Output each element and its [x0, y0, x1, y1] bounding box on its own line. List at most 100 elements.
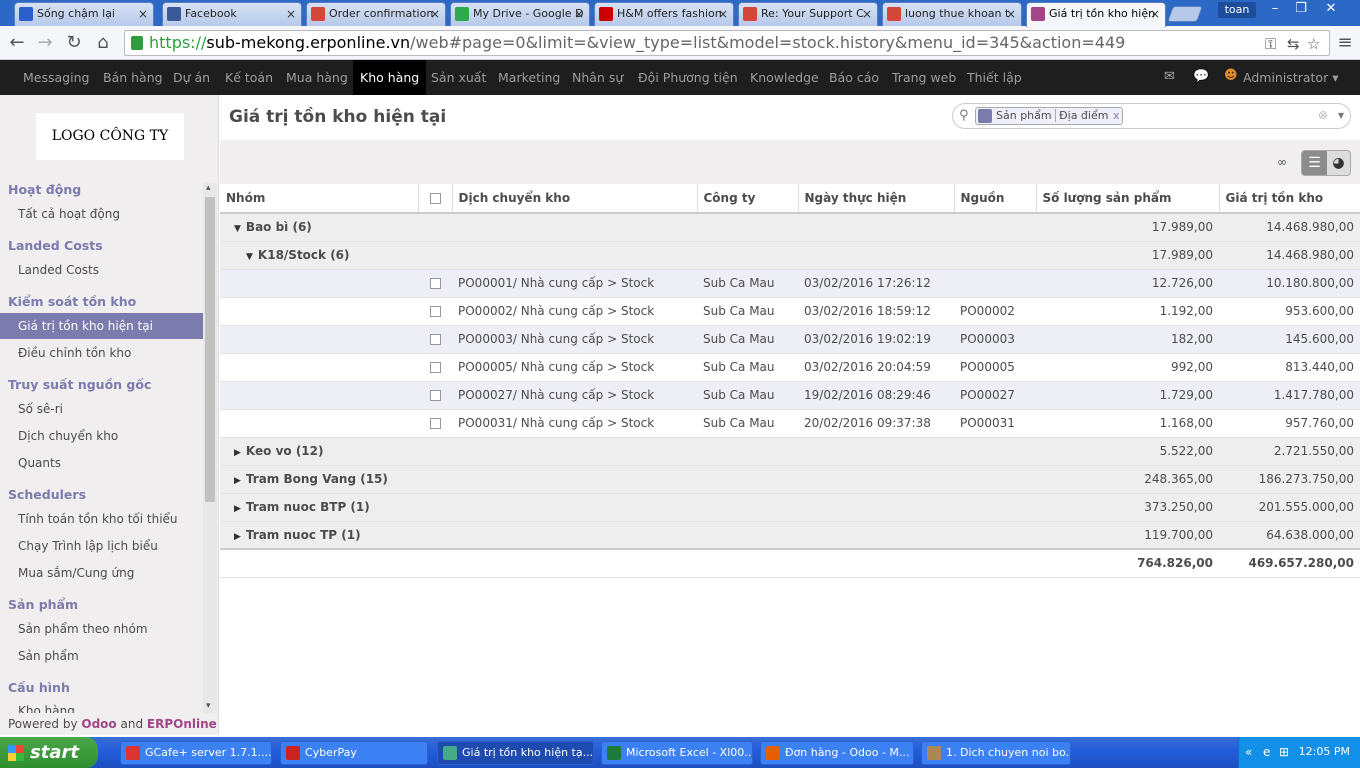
key-icon[interactable]: ⚿: [1265, 35, 1276, 53]
browser-tab[interactable]: luong thue khoan t ×: [882, 2, 1022, 26]
taskbar-button[interactable]: Giá trị tồn kho hiện tạ...: [437, 741, 594, 765]
bookmark-star-icon[interactable]: ☆: [1307, 35, 1320, 53]
browser-tab[interactable]: Re: Your Support C ×: [738, 2, 878, 26]
ie-icon[interactable]: e: [1263, 745, 1270, 759]
sidebar-item[interactable]: Kho hàng: [0, 699, 203, 713]
group-row[interactable]: ▼ K18/Stock (6) 17.989,00 14.468.980,00: [220, 241, 1360, 270]
row-checkbox[interactable]: [429, 418, 441, 429]
col-move[interactable]: Dịch chuyển kho: [451, 184, 697, 214]
tab-close-icon[interactable]: ×: [574, 3, 584, 25]
erponline-link[interactable]: ERPOnline: [147, 717, 217, 731]
col-source[interactable]: Nguồn: [953, 184, 1036, 214]
sidebar-item[interactable]: Mua sắm/Cung ứng: [0, 560, 203, 586]
row-checkbox-cell[interactable]: [418, 353, 452, 382]
clear-search-icon[interactable]: ⊗: [1318, 108, 1328, 122]
minimize-icon[interactable]: –: [1262, 0, 1288, 18]
taskbar-button[interactable]: GCafe+ server 1.7.1....: [120, 741, 272, 765]
taskbar-button[interactable]: Microsoft Excel - Xl00...: [601, 741, 753, 765]
browser-tab[interactable]: My Drive - Google D ×: [450, 2, 590, 26]
clock[interactable]: 12:05 PM: [1299, 745, 1350, 758]
menu-item[interactable]: Bán hàng: [103, 60, 163, 95]
row-checkbox-cell[interactable]: [418, 297, 452, 326]
taskbar-button[interactable]: CyberPay: [280, 741, 428, 765]
table-row[interactable]: PO00027/ Nhà cung cấp > Stock Sub Ca Mau 1…: [220, 381, 1360, 410]
scroll-down-icon[interactable]: ▾: [206, 701, 211, 711]
odoo-link[interactable]: Odoo: [81, 717, 116, 731]
sidebar-item[interactable]: Tất cả hoạt động: [0, 201, 203, 227]
col-date[interactable]: Ngày thực hiện: [797, 184, 954, 214]
tab-close-icon[interactable]: ×: [1006, 3, 1016, 25]
expanded-caret-icon[interactable]: ▼: [246, 252, 253, 262]
table-row[interactable]: PO00003/ Nhà cung cấp > Stock Sub Ca Mau 0…: [220, 325, 1360, 354]
select-all-checkbox[interactable]: [429, 193, 441, 204]
sidebar-scroll-thumb[interactable]: [205, 197, 215, 502]
sidebar-item[interactable]: Giá trị tồn kho hiện tại: [0, 313, 203, 339]
pager-limit[interactable]: ∞: [1277, 155, 1287, 169]
menu-item[interactable]: Knowledge: [750, 60, 819, 95]
menu-item[interactable]: Dự án: [173, 60, 210, 95]
reload-icon[interactable]: ↻: [63, 32, 85, 54]
browser-tab[interactable]: H&M offers fashion ×: [594, 2, 734, 26]
menu-item[interactable]: Sản xuất: [431, 60, 486, 95]
collapsed-caret-icon[interactable]: ▶: [234, 532, 241, 542]
group-row[interactable]: ▶ Keo vo (12) 5.522,00 2.721.550,00: [220, 437, 1360, 466]
sidebar-item[interactable]: Landed Costs: [0, 257, 203, 283]
menu-item[interactable]: Trang web: [892, 60, 956, 95]
graph-view-icon[interactable]: ◕: [1327, 151, 1350, 175]
taskbar-button[interactable]: 1. Dich chuyen noi bo...: [921, 741, 1071, 765]
home-icon[interactable]: ⌂: [92, 32, 114, 54]
tab-close-icon[interactable]: ×: [862, 3, 872, 25]
browser-tab[interactable]: Order confirmation ×: [306, 2, 446, 26]
user-menu[interactable]: Administrator ▾: [1243, 60, 1338, 95]
col-company[interactable]: Công ty: [696, 184, 798, 214]
row-checkbox[interactable]: [429, 334, 441, 345]
col-group[interactable]: Nhóm: [220, 184, 418, 214]
row-checkbox[interactable]: [429, 306, 441, 317]
sidebar-item[interactable]: Chạy Trình lập lịch biểu: [0, 533, 203, 559]
browser-tab[interactable]: Sống chậm lại ×: [14, 2, 154, 26]
sidebar-item[interactable]: Quants: [0, 450, 203, 476]
search-box[interactable]: ⚲ Sản phẩm Địa điểm x ⊗ ▾: [952, 103, 1351, 129]
menu-item[interactable]: Thiết lập: [967, 60, 1022, 95]
new-tab-button[interactable]: [1167, 6, 1203, 22]
menu-item[interactable]: Đội Phương tiện: [638, 60, 738, 95]
network-icon[interactable]: ⊞: [1279, 745, 1289, 759]
sidebar-item[interactable]: Số sê-ri: [0, 396, 203, 422]
table-row[interactable]: PO00001/ Nhà cung cấp > Stock Sub Ca Mau 0…: [220, 269, 1360, 298]
menu-item[interactable]: Nhân sự: [572, 60, 623, 95]
tab-close-icon[interactable]: ×: [1150, 3, 1160, 25]
col-select-all[interactable]: [417, 184, 452, 214]
taskbar-button[interactable]: Đơn hàng - Odoo - M...: [760, 741, 914, 765]
group-row[interactable]: ▶ Tram nuoc TP (1) 119.700,00 64.638.000,00: [220, 521, 1360, 550]
sidebar-item[interactable]: Sản phẩm: [0, 643, 203, 669]
table-row[interactable]: PO00005/ Nhà cung cấp > Stock Sub Ca Mau 0…: [220, 353, 1360, 382]
forward-icon[interactable]: →: [34, 32, 56, 54]
menu-item[interactable]: Báo cáo: [829, 60, 879, 95]
table-row[interactable]: PO00002/ Nhà cung cấp > Stock Sub Ca Mau 0…: [220, 297, 1360, 326]
collapsed-caret-icon[interactable]: ▶: [234, 476, 241, 486]
collapsed-caret-icon[interactable]: ▶: [234, 504, 241, 514]
tab-close-icon[interactable]: ×: [286, 3, 296, 25]
row-checkbox[interactable]: [429, 390, 441, 401]
mail-icon[interactable]: ✉: [1164, 69, 1175, 84]
tab-close-icon[interactable]: ×: [718, 3, 728, 25]
row-checkbox-cell[interactable]: [418, 381, 452, 410]
start-button[interactable]: start: [0, 737, 98, 768]
menu-item[interactable]: Kho hàng: [353, 60, 427, 95]
tray-expand-icon[interactable]: «: [1245, 745, 1252, 759]
group-row[interactable]: ▶ Tram Bong Vang (15) 248.365,00 186.273.75…: [220, 465, 1360, 494]
remove-facet-icon[interactable]: x: [1113, 108, 1120, 124]
close-window-icon[interactable]: ✕: [1318, 0, 1344, 18]
sidebar-item[interactable]: Sản phẩm theo nhóm: [0, 616, 203, 642]
col-value[interactable]: Giá trị tồn kho: [1218, 184, 1360, 214]
back-icon[interactable]: ←: [6, 32, 28, 54]
browser-tab[interactable]: Facebook ×: [162, 2, 302, 26]
row-checkbox-cell[interactable]: [418, 325, 452, 354]
col-qty[interactable]: Số lượng sản phẩm: [1035, 184, 1219, 214]
row-checkbox-cell[interactable]: [418, 409, 452, 438]
translate-icon[interactable]: ⇆: [1287, 35, 1300, 53]
scroll-up-icon[interactable]: ▴: [206, 183, 211, 193]
group-row[interactable]: ▼ Bao bì (6) 17.989,00 14.468.980,00: [220, 213, 1360, 242]
search-facet[interactable]: Sản phẩm Địa điểm x: [975, 107, 1124, 125]
sidebar-item[interactable]: Điều chỉnh tồn kho: [0, 340, 203, 366]
